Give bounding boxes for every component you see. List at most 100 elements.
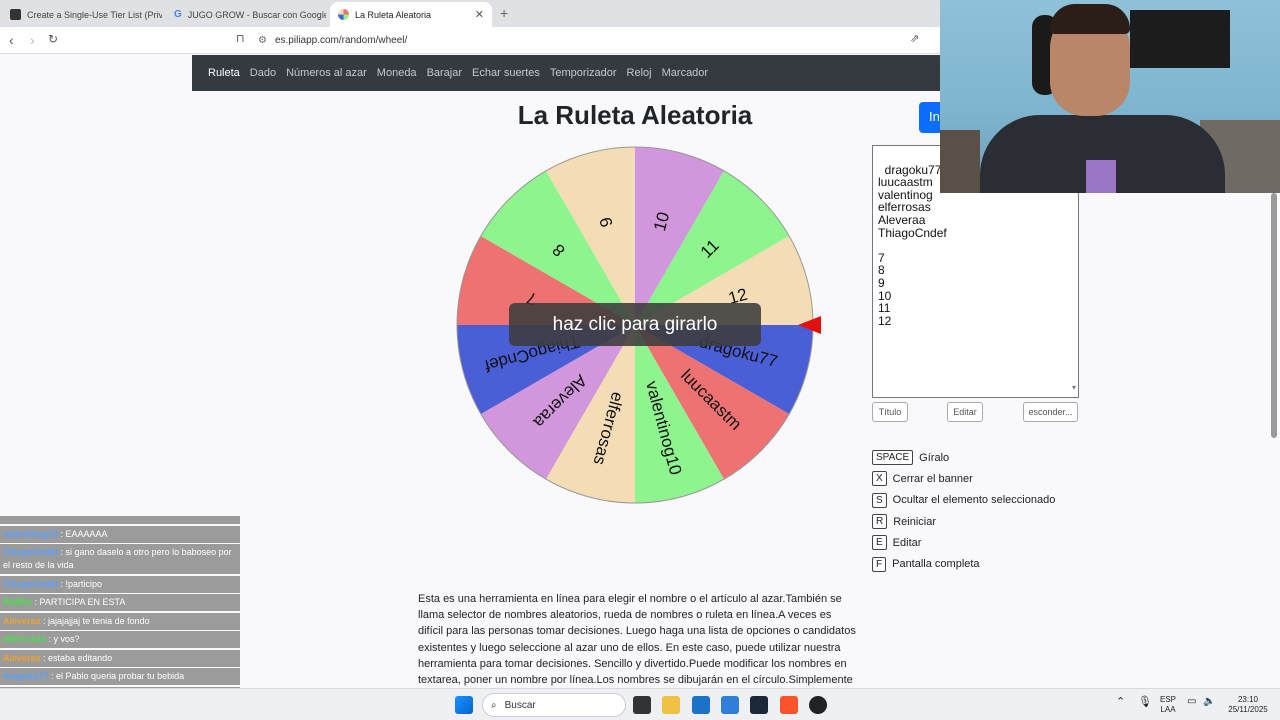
chat-username: BotRix — [3, 597, 32, 607]
tray-chevron-icon[interactable]: ⌃ — [1116, 697, 1125, 708]
steam-icon[interactable] — [750, 696, 768, 714]
forward-icon[interactable]: › — [30, 32, 35, 48]
edit-button[interactable]: Editar — [947, 402, 983, 422]
chat-message: valentinog10 : EAAAAAA — [0, 525, 240, 543]
chat-separator: : — [58, 547, 66, 557]
windows-start-icon[interactable] — [455, 696, 473, 714]
chat-separator: : — [58, 528, 66, 539]
chat-username: ThiagoCndef — [3, 578, 58, 589]
shortcut-key: E — [872, 535, 887, 551]
taskbar-search-placeholder: Buscar — [504, 699, 536, 711]
webcam-poster — [1130, 10, 1230, 68]
shortcut-label: Ocultar el elemento seleccionado — [892, 494, 1056, 507]
clock-date: 25/11/2025 — [1228, 705, 1268, 714]
chat-message: ThiagoCndef : !participo — [0, 575, 240, 593]
shortcut-item: F Pantalla completa — [872, 553, 1055, 574]
chat-username: dragoku77 — [3, 671, 49, 681]
shortcut-key: F — [872, 556, 887, 572]
shortcut-label: Pantalla completa — [892, 558, 980, 571]
file-explorer-icon[interactable] — [662, 696, 680, 714]
shortcut-label: Gíralo — [919, 451, 950, 464]
nav-numeros[interactable]: Números al azar — [286, 67, 367, 79]
resize-handle-icon[interactable]: ▾ — [1072, 382, 1076, 395]
shortcut-item: S Ocultar el elemento seleccionado — [872, 490, 1055, 511]
chat-text: EAAAAAA — [65, 528, 108, 539]
clock[interactable]: 23:10 25/11/2025 — [1222, 695, 1274, 715]
shortcut-item: X Cerrar el banner — [872, 468, 1055, 489]
shortcut-key: R — [872, 514, 888, 530]
tab-ruleta[interactable]: La Ruleta Aleatoria ✕ — [330, 2, 492, 27]
tab-tier-list[interactable]: Create a Single-Use Tier List (Private — [2, 2, 162, 27]
chat-message: BotRix : PARTICIPA EN ESTA — [0, 594, 240, 611]
chat-message: dragoku77 : el Pablo queria probar tu be… — [0, 668, 240, 685]
taskbar-search[interactable]: ⌕ Buscar — [482, 693, 626, 717]
shortcut-item: SPACE Gíralo — [872, 447, 1055, 468]
webcam-person-hair — [1050, 4, 1130, 34]
reload-icon[interactable]: ↻ — [48, 32, 58, 46]
nav-temporizador[interactable]: Temporizador — [550, 67, 617, 79]
shortcut-key: X — [872, 471, 887, 487]
shortcut-item: E Editar — [872, 532, 1055, 553]
chat-separator: : — [48, 671, 57, 681]
site-info-icon[interactable]: ⚙ — [258, 35, 267, 46]
clock-time: 23:10 — [1237, 695, 1259, 704]
back-icon[interactable]: ‹ — [9, 32, 14, 48]
wheel-favicon-icon — [338, 9, 349, 20]
nav-moneda[interactable]: Moneda — [377, 67, 417, 79]
url-field[interactable]: ⚙ es.piliapp.com/random/wheel/ — [258, 31, 938, 50]
chat-username: valentinog10 — [3, 528, 59, 539]
volume-icon[interactable]: 🔈 — [1203, 697, 1215, 707]
shortcut-item: R Reiniciar — [872, 511, 1055, 532]
chat-separator: : — [32, 597, 40, 607]
chat-message: Aleveraa : estaba editando — [0, 649, 240, 667]
nav-marcador[interactable]: Marcador — [662, 67, 708, 79]
page-title: La Ruleta Aleatoria — [517, 100, 753, 130]
tab-google-search[interactable]: G JUGO GROW - Buscar con Google — [166, 2, 326, 27]
wheel-pointer-icon — [798, 316, 821, 334]
chat-row-cut — [0, 516, 240, 524]
nav-ruleta[interactable]: Ruleta — [208, 67, 240, 79]
microphone-icon[interactable]: 🎙 — [1138, 697, 1152, 708]
chat-text: !participo — [65, 578, 103, 589]
shortcut-key: SPACE — [872, 450, 914, 466]
chat-text: y vos? — [53, 634, 80, 644]
webcam-cup — [1086, 160, 1116, 193]
chat-username: ThiagoCndef — [3, 547, 58, 557]
nav-echar-suertes[interactable]: Echar suertes — [472, 67, 540, 79]
task-view-icon[interactable] — [633, 696, 651, 714]
site-nav: Ruleta Dado Números al azar Moneda Baraj… — [192, 55, 940, 91]
chat-message: ThiagoCndef : si gano daselo a otro pero… — [0, 544, 240, 574]
spin-button[interactable]: haz clic para girarlo — [509, 303, 761, 346]
brave-icon[interactable] — [780, 696, 798, 714]
outlook-icon[interactable] — [721, 696, 739, 714]
tierlist-favicon-icon — [10, 9, 21, 20]
obs-icon[interactable] — [809, 696, 827, 714]
share-icon[interactable]: ⇗ — [910, 32, 919, 45]
store-icon[interactable] — [692, 696, 710, 714]
shortcut-key: S — [872, 492, 887, 508]
chat-message: Aleveraa : jajajajjaj te tenia de fondo — [0, 612, 240, 630]
tab-title: JUGO GROW - Buscar con Google — [187, 9, 326, 20]
url-text: es.piliapp.com/random/wheel/ — [274, 35, 408, 46]
title-button[interactable]: Título — [872, 402, 908, 422]
chat-separator: : — [40, 652, 49, 663]
network-icon[interactable]: ▭ — [1187, 697, 1196, 707]
nav-dado[interactable]: Dado — [250, 67, 276, 79]
page-scrollbar[interactable] — [1271, 193, 1277, 438]
chat-text: estaba editando — [48, 652, 113, 663]
close-tab-icon[interactable]: ✕ — [475, 8, 484, 21]
google-favicon-icon: G — [174, 9, 182, 20]
webcam-shelf — [940, 130, 980, 193]
chat-separator: : — [58, 578, 66, 589]
nav-barajar[interactable]: Barajar — [427, 67, 462, 79]
shortcut-label: Reiniciar — [893, 515, 937, 528]
plus-icon[interactable]: + — [500, 5, 508, 21]
nav-reloj[interactable]: Reloj — [627, 67, 652, 79]
chat-text: el Pablo queria probar tu bebida — [56, 671, 185, 681]
webcam-overlay — [940, 0, 1280, 193]
language-indicator[interactable]: ESP LAA — [1160, 695, 1176, 715]
lang-bottom: LAA — [1160, 705, 1176, 714]
hide-button[interactable]: esconder... — [1023, 402, 1078, 422]
tab-title: La Ruleta Aleatoria — [355, 9, 432, 20]
bookmark-icon[interactable]: ⊓ — [236, 32, 245, 45]
